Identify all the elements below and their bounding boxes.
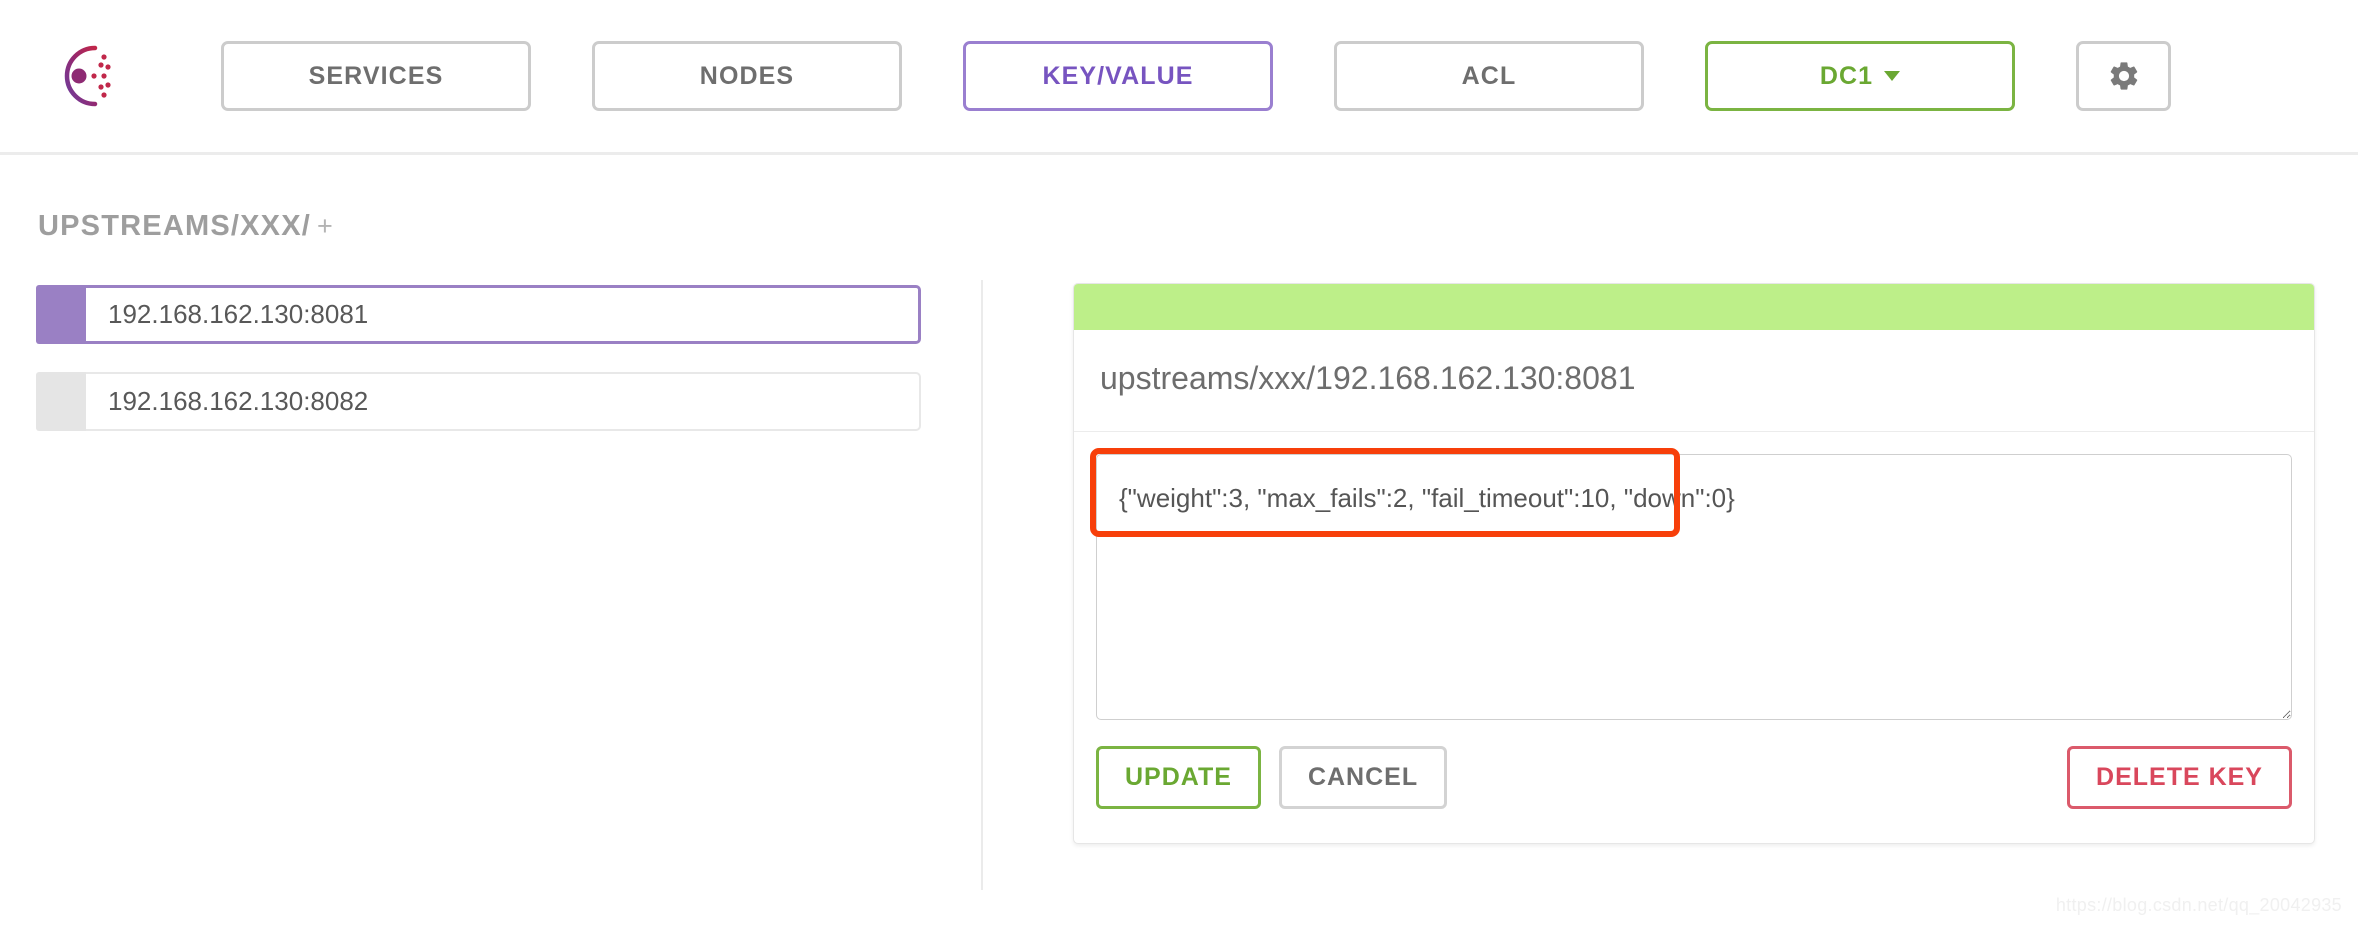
delete-key-button-label: DELETE KEY	[2096, 763, 2263, 791]
panel-accent-bar	[1074, 284, 2314, 330]
consul-logo-icon	[64, 45, 111, 107]
cancel-button-label: CANCEL	[1307, 763, 1419, 791]
list-item-body: 192.168.162.130:8081	[86, 285, 921, 344]
nav-tab-nodes-label: NODES	[699, 61, 795, 90]
chevron-down-icon	[1884, 71, 1901, 81]
list-item[interactable]: 192.168.162.130:8081	[36, 285, 921, 344]
list-item-label: 192.168.162.130:8081	[108, 299, 369, 329]
consul-logo[interactable]	[0, 41, 170, 111]
add-key-icon[interactable]: +	[317, 211, 334, 241]
nav-tab-acl[interactable]: ACL	[1334, 41, 1644, 111]
update-button-label: UPDATE	[1125, 763, 1232, 791]
nav-tab-acl-label: ACL	[1461, 61, 1517, 90]
key-path-title: upstreams/xxx/192.168.162.130:8081	[1074, 330, 2314, 432]
delete-key-button[interactable]: DELETE KEY	[2067, 746, 2292, 809]
nav-tab-services-label: SERVICES	[308, 61, 444, 90]
top-navigation-bar: SERVICES NODES KEY/VALUE ACL DC1	[0, 0, 2358, 155]
list-item[interactable]: 192.168.162.130:8082	[36, 372, 921, 431]
list-item-label: 192.168.162.130:8082	[108, 386, 369, 416]
breadcrumb: UPSTREAMS/XXX/+	[38, 210, 334, 243]
datacenter-label: DC1	[1819, 61, 1874, 90]
panel-action-bar: UPDATE CANCEL DELETE KEY	[1074, 720, 2314, 843]
list-item-selected-indicator	[36, 285, 86, 344]
settings-button[interactable]	[2076, 41, 2171, 111]
breadcrumb-path[interactable]: UPSTREAMS/XXX/	[38, 210, 311, 242]
nav-tab-key-value-label: KEY/VALUE	[1042, 61, 1194, 90]
list-item-body: 192.168.162.130:8082	[86, 372, 921, 431]
key-value-textarea[interactable]	[1096, 454, 2292, 720]
datacenter-selector[interactable]: DC1	[1705, 41, 2015, 111]
key-detail-panel: upstreams/xxx/192.168.162.130:8081 UPDAT…	[1073, 283, 2315, 844]
key-value-editor	[1074, 432, 2314, 720]
key-list: 192.168.162.130:8081 192.168.162.130:808…	[36, 285, 921, 459]
update-button[interactable]: UPDATE	[1096, 746, 1261, 809]
column-divider	[981, 280, 983, 890]
cancel-button[interactable]: CANCEL	[1278, 746, 1448, 809]
watermark: https://blog.csdn.net/qq_20042935	[2055, 895, 2342, 915]
gear-icon	[2110, 62, 2137, 90]
list-item-indicator	[36, 372, 86, 431]
nav-tab-nodes[interactable]: NODES	[592, 41, 902, 111]
nav-tab-key-value[interactable]: KEY/VALUE	[963, 41, 1273, 111]
nav-tab-services[interactable]: SERVICES	[221, 41, 531, 111]
